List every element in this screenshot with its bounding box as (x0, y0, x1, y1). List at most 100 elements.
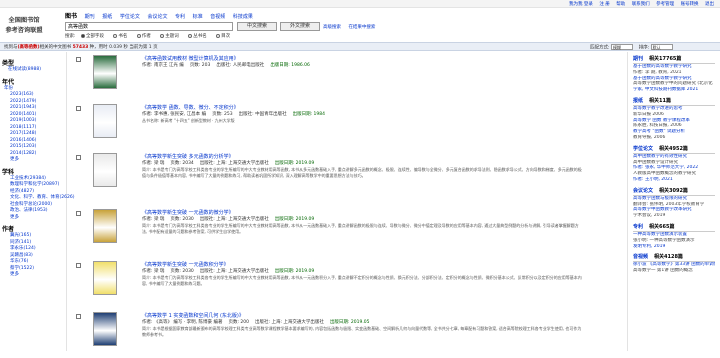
table-row: 《高等数学新生突破 一元函数的微分学》 作者: 梁 瑞页数: 2030 出版社: 上… (76, 209, 586, 255)
tab-journals[interactable]: 期刊 (85, 14, 95, 20)
record-meta-field: 出版社: 上海: 上海交通大学出版社 (199, 217, 269, 222)
logo-line-2: 参考咨询联盟 (5, 27, 43, 34)
summary-prefix: 找到与 (4, 45, 18, 50)
record-meta-field: 出版社: 上海: 上海交通大学出版社 (199, 161, 269, 166)
logout-link[interactable]: 退出 (705, 2, 714, 7)
facet-item[interactable]: 更多 (10, 215, 64, 222)
related-block: 学位论文 相关4952篇 高中函数教学的有效性研究 高中函数教学设计研究 作者: 张永,… (633, 145, 715, 183)
record-meta-field: 出版日期: 2019.05 (329, 320, 370, 325)
scope-subject[interactable]: 主题词 (160, 33, 183, 39)
facet-item[interactable]: 在线试读(8988) (8, 67, 64, 74)
related-heading-label: 会议论文 (633, 187, 654, 194)
advanced-search-link[interactable]: 高级搜索 (323, 25, 341, 30)
record-title[interactable]: 《高等数学新生突破 多元函数的分析学》 (142, 153, 234, 160)
facet-item[interactable]: 更多 (10, 272, 64, 279)
related-heading[interactable]: 音视频 相关4128篇 (633, 253, 715, 263)
reference-link[interactable]: 参考管理 (656, 2, 674, 7)
scope-series[interactable]: 丛书名 (188, 33, 211, 39)
summary-keyword: (高等函数) (17, 45, 40, 50)
record-title[interactable]: 《高等数学新生突破 一元函数的微分学》 (142, 209, 234, 216)
related-block: 会议论文 相关3092篇 高等数学函数与极限的研究 翻译会: 张伟明, 2003年学校… (633, 187, 715, 219)
scope-option-label: 主题词 (165, 34, 179, 39)
help-link[interactable]: 帮助 (616, 2, 625, 7)
record-meta: 作者: 梁 瑞页数: 2030 出版社: 上海: 上海交通大学出版社 出版日期: 2… (142, 216, 320, 222)
register-link[interactable]: 注 册 (599, 2, 609, 7)
table-row: 《高等数学 函数、导数、微分、不定积分》 作者: 李书惠, 张民安, 江昌本 编页… (76, 104, 586, 150)
chinese-search-button[interactable]: 中文搜索 (237, 22, 277, 31)
select-checkbox[interactable] (76, 57, 81, 62)
related-heading[interactable]: 会议论文 相关3092篇 (633, 187, 715, 196)
book-cover[interactable] (93, 153, 117, 187)
table-row: 《高等数学新生突破 一元函数积分学》 作者: 梁 瑞页数: 2030 出版社: 上海… (76, 261, 586, 307)
record-title[interactable]: 《高等数学 1 实变函数和空间几何 (东北版)》 (142, 312, 244, 319)
summary-middle: 相关的中文图书 (39, 45, 72, 50)
facet-item[interactable]: 数理科学和化学(20897) (10, 182, 64, 189)
select-checkbox[interactable] (76, 106, 81, 111)
tab-theses[interactable]: 学位论文 (120, 14, 140, 20)
logo-line-1: 全国图书馆 (8, 17, 40, 24)
match-select[interactable]: 模糊 (610, 44, 633, 50)
foreign-search-button[interactable]: 外文搜索 (280, 22, 320, 31)
book-cover[interactable] (93, 55, 117, 89)
sort-select[interactable]: 默认 (650, 44, 673, 50)
related-heading-label: 报纸 (633, 97, 644, 104)
top-links: 我为我 登录 注 册 帮助 联系我们 参考管理 账号转换 退出 (564, 1, 714, 7)
related-heading[interactable]: 期刊 相关17765篇 (633, 55, 715, 64)
scope-title[interactable]: 书名 (113, 33, 131, 39)
related-block: 期刊 相关17765篇 基于函数的高等数学教学研究 作者: 李 期, 教育, 2021… (633, 55, 715, 93)
record-title[interactable]: 《高等函数试用教材 微型计算机及其应用》 (142, 55, 239, 62)
related-block: 专利 相关665篇 一种高等数学函数演示装置 张小明: 一种高等数学函数演示 发明专利,… (633, 223, 715, 249)
related-item: 高等数学一 第1讲 函数的概念 (633, 268, 693, 274)
related-item[interactable]: 作者: 王小明, 2021 (633, 177, 715, 183)
select-checkbox[interactable] (76, 155, 81, 160)
facet-subject-heading: 学科 (2, 168, 15, 176)
related-item[interactable]: 发明专利, 2019 (633, 244, 715, 250)
site-logo[interactable]: 全国图书馆 参考咨询联盟 (5, 11, 43, 36)
related-count: 相关4952篇 (659, 145, 688, 152)
record-title[interactable]: 《高等数学新生突破 一元函数积分学》 (142, 261, 229, 268)
scope-option-label: 作者 (141, 34, 151, 39)
select-checkbox[interactable] (76, 263, 81, 268)
tab-media[interactable]: 音视频 (210, 14, 225, 20)
tab-books[interactable]: 图书 (65, 13, 77, 20)
login-link[interactable]: 我为我 登录 (569, 2, 593, 7)
contact-link[interactable]: 联系我们 (632, 2, 650, 7)
record-title[interactable]: 《高等数学 函数、导数、微分、不定积分》 (142, 104, 239, 111)
related-heading-label: 学位论文 (633, 145, 654, 152)
related-sidebar: 期刊 相关17765篇 基于函数的高等数学教学研究 作者: 李 期, 教育, 2021… (633, 55, 715, 278)
top-bar: 我为我 登录 注 册 帮助 联系我们 参考管理 账号转换 退出 (0, 0, 720, 8)
record-description: 简介: 本书是专门为高等学校工科类各专业的学生所编写的中大专业教材用高等函数, … (142, 223, 579, 234)
record-meta-field: 出版社: 上海: 上海交通大学出版社 (255, 320, 324, 325)
tab-achievements[interactable]: 科技成果 (233, 14, 253, 20)
table-row: 《高等函数试用教材 微型计算机及其应用》 作者: 南京王 江光 编页数: 203 出… (76, 55, 586, 101)
related-count: 相关4128篇 (654, 254, 683, 261)
left-divider (66, 52, 67, 351)
book-cover[interactable] (93, 209, 117, 243)
related-item[interactable]: 学家, 中文科技期刊数据库 2021 (633, 87, 715, 93)
related-block: 音视频 相关4128篇 徐小波 《高等数学》第33讲 函数的单调性 高等数学一 第1讲… (633, 253, 715, 274)
select-checkbox[interactable] (76, 211, 81, 216)
search-within-link[interactable]: 在结果中搜索 (348, 25, 375, 30)
related-item: 教育导报, 2006 (633, 134, 666, 140)
tab-conference[interactable]: 会议论文 (147, 14, 167, 20)
book-cover[interactable] (93, 312, 117, 346)
related-heading[interactable]: 学位论文 相关4952篇 (633, 145, 715, 154)
related-heading[interactable]: 专利 相关665篇 (633, 223, 715, 232)
related-heading[interactable]: 报纸 相关11篇 (633, 97, 715, 106)
account-link[interactable]: 账号转换 (681, 2, 699, 7)
facet-item[interactable]: 文化、科学、教育、体育(2626) (10, 195, 74, 202)
select-checkbox[interactable] (76, 314, 81, 319)
tab-patents[interactable]: 专利 (175, 14, 185, 20)
book-cover[interactable] (93, 104, 117, 138)
facet-item[interactable]: 更多 (10, 157, 64, 164)
search-input[interactable] (65, 22, 233, 31)
radio-icon (136, 33, 141, 38)
related-count: 相关11篇 (649, 97, 671, 104)
scope-all[interactable]: 全部字段 (80, 33, 108, 39)
scope-toc[interactable]: 目次 (216, 33, 234, 39)
tab-newspapers[interactable]: 报纸 (102, 14, 112, 20)
scope-author[interactable]: 作者 (136, 33, 155, 39)
book-cover[interactable] (93, 261, 117, 295)
tab-standards[interactable]: 标准 (193, 14, 203, 20)
sort-label: 排序: (638, 45, 650, 51)
